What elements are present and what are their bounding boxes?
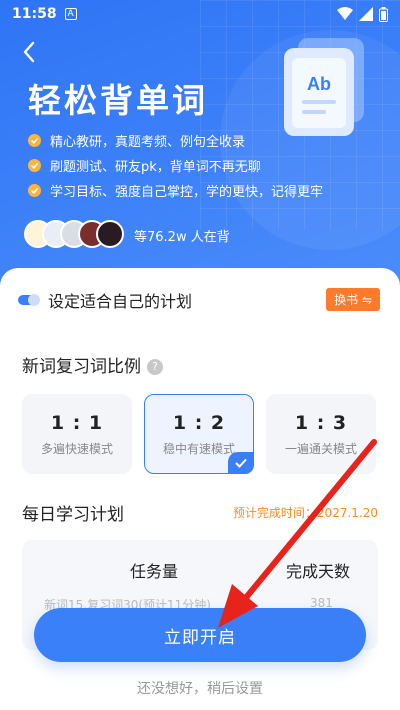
signal-icon (359, 7, 373, 21)
start-button[interactable]: 立即开启 (34, 608, 366, 662)
feature-text: 刷题测试、研友pk，背单词不再无聊 (50, 160, 261, 175)
finish-time: 预计完成时间：2027.1.20 (232, 506, 378, 520)
feature-item: 学习目标、强度自己掌控，学的更快，记得更牢 (28, 178, 323, 203)
check-icon (28, 184, 41, 197)
ratio-label: 一遍通关模式 (284, 441, 357, 456)
feature-list: 精心教研，真题考频、例句全收录 刷题测试、研友pk，背单词不再无聊 学习目标、强… (28, 128, 323, 203)
daily-plan-title: 每日学习计划 (22, 505, 124, 525)
ratio-option-selected[interactable]: 1 : 2 稳中有速模式 (144, 394, 254, 474)
check-icon (28, 159, 41, 172)
ratio-value: 1 : 2 (172, 411, 226, 434)
learner-count: 等76.2w 人在背 (134, 230, 230, 245)
ratio-value: 1 : 1 (50, 411, 104, 434)
book-label: Ab (307, 74, 331, 94)
selected-check-icon (228, 452, 254, 474)
status-time: 11:58 (12, 6, 57, 22)
plan-header: 设定适合自己的计划 (18, 288, 192, 312)
wifi-icon (337, 7, 353, 20)
ratio-label: 稳中有速模式 (162, 441, 235, 456)
days-header: 完成天数 (286, 562, 351, 581)
feature-item: 精心教研，真题考频、例句全收录 (28, 128, 323, 153)
avatar (96, 220, 124, 248)
ratio-option[interactable]: 1 : 1 多遍快速模式 (22, 394, 132, 474)
chevron-left-icon (23, 41, 35, 63)
learner-avatars (24, 220, 124, 248)
notification-icon: A (64, 8, 77, 20)
feature-text: 精心教研，真题考频、例句全收录 (50, 135, 246, 150)
ratio-label: 多遍快速模式 (40, 441, 113, 456)
page-title: 轻松背单词 (28, 81, 208, 120)
ratio-title-text: 新词复习词比例 (22, 357, 141, 377)
ratio-options: 1 : 1 多遍快速模式 1 : 2 稳中有速模式 1 : 3 一遍通关模式 (22, 394, 376, 474)
ratio-option[interactable]: 1 : 3 一遍通关模式 (266, 394, 376, 474)
feature-item: 刷题测试、研友pk，背单词不再无聊 (28, 153, 323, 178)
task-header: 任务量 (130, 562, 179, 581)
status-icons (337, 6, 388, 22)
toggle-icon (18, 294, 40, 306)
status-bar: 11:58 A (0, 0, 400, 28)
ratio-value: 1 : 3 (294, 411, 348, 434)
plan-title: 设定适合自己的计划 (48, 292, 193, 311)
battery-icon (379, 6, 388, 22)
later-link[interactable]: 还没想好，稍后设置 (0, 678, 400, 698)
feature-text: 学习目标、强度自己掌控，学的更快，记得更牢 (50, 185, 324, 200)
swap-book-button[interactable]: 换书 ⇋ (326, 288, 380, 311)
daily-plan-header: 每日学习计划 预计完成时间：2027.1.20 (22, 500, 378, 525)
help-icon[interactable]: ? (147, 359, 163, 375)
check-icon (28, 134, 41, 147)
back-button[interactable] (16, 38, 44, 66)
ratio-section-title: 新词复习词比例? (22, 352, 163, 377)
